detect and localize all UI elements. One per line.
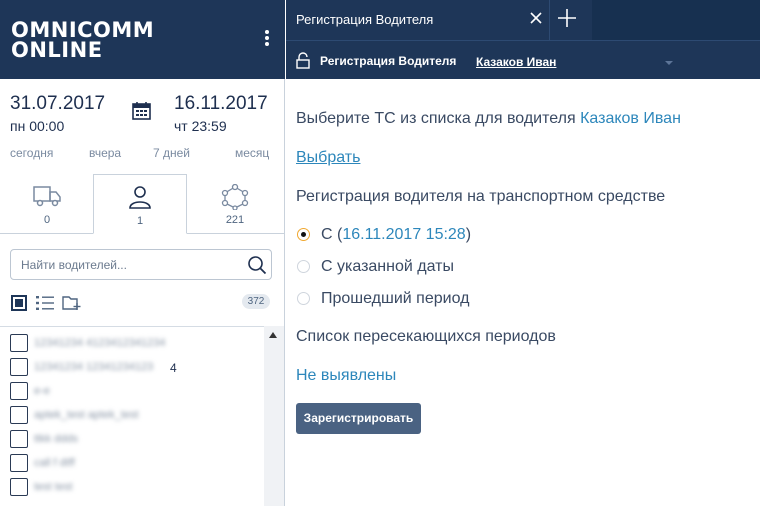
list-item[interactable]: call f dtff [10,454,260,474]
radio-from-date-label[interactable]: С указанной даты [321,258,454,276]
list-item[interactable]: test test [10,478,260,498]
tab-geozones[interactable]: 221 [188,174,282,234]
search-icon[interactable] [247,255,267,275]
list-item[interactable]: 12341234 12341234123 4 [10,358,260,378]
period-to-date[interactable]: 16.11.2017 [174,93,268,115]
list-item-name: test test [34,481,73,493]
brand-logo-line2: ONLINE [11,38,103,62]
overlap-status: Не выявлены [296,367,397,384]
driver-select-value: Казаков Иван [476,55,557,69]
radio-from-now-suffix: ) [465,226,472,243]
list-item[interactable]: ttkk ddds [10,430,260,450]
tab-vehicles[interactable]: 0 [0,174,94,234]
calendar-icon[interactable] [132,101,151,120]
list-item[interactable]: 12341234 4123412341234 [10,334,260,354]
list-item[interactable]: aptek_test aptek_test [10,406,260,426]
list-item-name: call f dtff [34,457,75,469]
list-item-name: 12341234 12341234123 [34,361,154,373]
list-view-icon[interactable] [36,295,54,311]
close-icon[interactable] [530,12,542,24]
quick-period-week[interactable]: 7 дней [153,146,190,160]
driver-list: 12341234 4123412341234 12341234 12341234… [0,326,284,506]
quick-period-month[interactable]: месяц [235,146,269,160]
row-checkbox[interactable] [10,334,28,352]
drivers-count-badge: 372 [242,294,270,309]
row-checkbox[interactable] [10,454,28,472]
period-to-time[interactable]: чт 23:59 [174,118,227,134]
row-checkbox[interactable] [10,358,28,376]
radio-from-now[interactable] [297,228,310,241]
period-from-date[interactable]: 31.07.2017 [10,93,105,115]
quick-period-today[interactable]: сегодня [10,146,53,160]
tab-strip-empty [592,0,760,40]
driver-search-box [10,249,272,280]
list-item-name: 12341234 4123412341234 [34,337,166,349]
row-checkbox[interactable] [10,478,28,496]
radio-from-now-date[interactable]: 16.11.2017 15:28 [342,226,465,243]
radio-past-period[interactable] [297,292,310,305]
radio-from-now-prefix: С ( [321,226,343,243]
chevron-down-icon [665,61,673,65]
document-tab[interactable]: Регистрация Водителя [286,0,550,40]
list-item-name: aptek_test aptek_test [34,409,139,421]
register-button[interactable]: Зарегистрировать [296,403,421,434]
add-folder-icon[interactable] [62,294,81,311]
person-icon [129,186,151,209]
quick-period-yesterday[interactable]: вчера [89,146,121,160]
scroll-up-arrow-icon[interactable] [269,332,277,338]
unlock-icon[interactable] [296,52,310,69]
radio-from-now-label[interactable]: С (16.11.2017 15:28) [321,226,471,244]
document-subheader: Регистрация Водителя Казаков Иван [286,40,760,79]
tab-vehicles-count: 0 [43,214,51,226]
driver-select[interactable]: Казаков Иван [476,49,676,73]
radio-past-period-label[interactable]: Прошедший период [321,290,469,308]
registration-heading: Регистрация водителя на транспортном сре… [296,188,666,205]
add-tab-icon[interactable] [557,8,577,28]
list-item-name: ttkk ddds [34,433,79,445]
row-checkbox[interactable] [10,382,28,400]
row-checkbox[interactable] [10,406,28,424]
list-item[interactable]: e-e [10,382,260,402]
driver-name-link[interactable]: Казаков Иван [580,110,681,127]
period-from-time[interactable]: пн 00:00 [10,118,64,134]
driver-search-input[interactable] [21,256,241,274]
row-checkbox[interactable] [10,430,28,448]
brand-header: OMNICOMM ONLINE [0,0,285,79]
choose-vehicle-link[interactable]: Выбрать [296,149,360,167]
tab-drivers[interactable]: 1 [93,174,187,234]
choose-vehicle-prompt: Выберите ТС из списка для водителя Казак… [296,110,681,128]
select-all-checkbox[interactable] [11,295,27,311]
overlap-heading: Список пересекающихся периодов [296,328,556,345]
list-scrollbar[interactable] [264,326,284,506]
list-item-name: e-e [34,385,50,397]
document-tab-label: Регистрация Водителя [296,12,434,27]
document-title: Регистрация Водителя [320,54,457,68]
tab-geozones-count: 221 [225,214,245,226]
document-tab-strip: Регистрация Водителя [286,0,760,40]
more-vert-icon[interactable] [262,30,272,50]
radio-from-date[interactable] [297,260,310,273]
truck-icon [33,186,61,207]
left-panel: OMNICOMM ONLINE 31.07.2017 пн 00:00 16.1… [0,0,285,506]
list-item-name-suffix: 4 [170,361,177,375]
choose-vehicle-prompt-text: Выберите ТС из списка для водителя [296,110,576,127]
geozone-icon [221,184,249,210]
tab-drivers-count: 1 [136,215,144,227]
